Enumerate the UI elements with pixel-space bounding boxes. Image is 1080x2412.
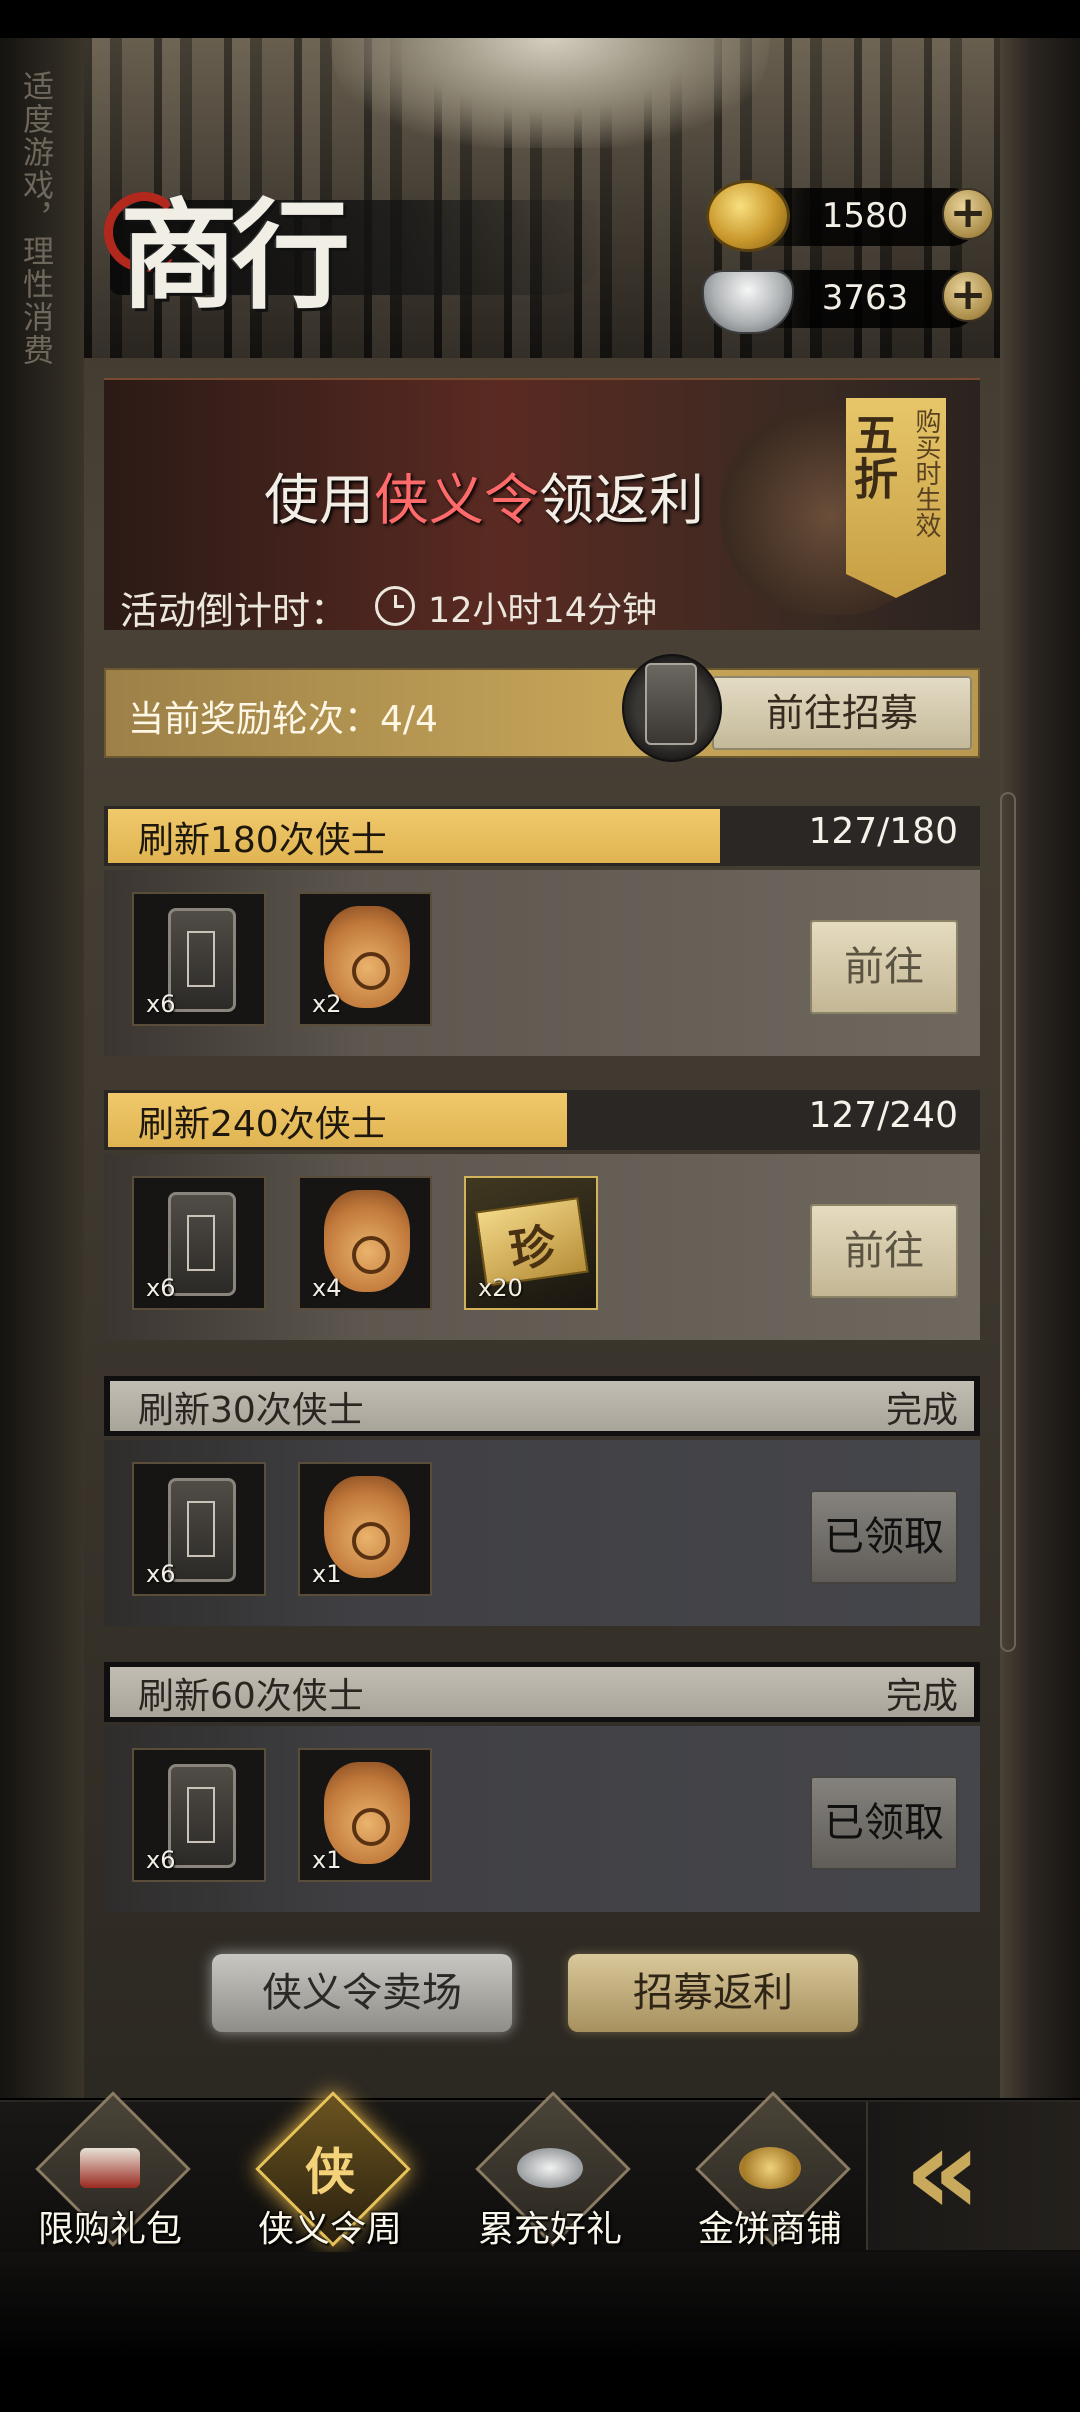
task-rewards-panel: x6 x1 已领取 [104,1726,980,1912]
reward-item[interactable]: x1 [298,1462,432,1596]
task-card: 刷新240次侠士 127/240 x6 x4 珍 x20 前往 [104,1090,980,1340]
reward-item[interactable]: x6 [132,892,266,1026]
claimed-button[interactable]: 已领取 [810,1776,958,1870]
reward-item[interactable]: x4 [298,1176,432,1310]
claimed-button[interactable]: 已领取 [810,1490,958,1584]
task-name: 刷新30次侠士 [138,1390,364,1431]
countdown-label: 活动倒计时： [120,589,349,633]
task-name: 刷新240次侠士 [138,1104,387,1145]
nav-label: 限购礼包 [37,2209,182,2250]
banner-headline: 使用侠义令领返利 [263,468,705,532]
task-rewards-panel: x6 x2 前往 [104,870,980,1056]
nav-item-recharge-gift[interactable]: 累充好礼 [440,2091,660,2252]
reward-item[interactable]: x2 [298,892,432,1026]
nav-label: 累充好礼 [477,2209,622,2250]
reward-count: x1 [312,1846,342,1874]
status-bar [0,0,1080,38]
silver-amount: 3763 [821,278,909,318]
banner-highlight: 侠义令 [373,468,539,532]
page-title: 商行 [120,186,350,325]
gold-amount: 1580 [821,196,909,236]
task-name: 刷新60次侠士 [138,1676,364,1717]
nav-label: 金饼商铺 [697,2209,842,2250]
nav-item-gold-shop[interactable]: 金饼商铺 [660,2091,880,2252]
countdown-value: 12小时14分钟 [428,591,658,631]
token-icon [645,663,697,745]
discount-note: 购买时生效 [911,408,941,538]
nav-label: 侠义令周 [257,2209,402,2250]
reward-count: x4 [312,1274,342,1302]
token-icon [168,908,236,1012]
reward-item[interactable]: x1 [298,1748,432,1882]
task-status-text: 完成 [885,1390,958,1431]
task-progress-text: 127/180 [808,811,958,852]
go-button[interactable]: 前往 [810,920,958,1014]
health-notice: 适度游戏，理性消费 [17,70,53,367]
reward-count: x1 [312,1560,342,1588]
task-rewards-panel: x6 x1 已领取 [104,1440,980,1626]
task-card: 刷新30次侠士 完成 x6 x1 已领取 [104,1376,980,1626]
token-icon [168,1764,236,1868]
discount-label: 五折 [846,412,897,500]
clock-icon [375,586,415,626]
add-silver-button[interactable]: + [942,270,994,322]
reward-item[interactable]: x6 [132,1462,266,1596]
bottom-gesture-area [0,2252,1080,2412]
reward-count: x6 [146,1846,176,1874]
collapse-nav-button[interactable]: « [866,2102,1080,2250]
nav-item-token-week[interactable]: 侠 侠义令周 [220,2091,440,2252]
reward-count: x6 [146,1274,176,1302]
reward-count: x6 [146,1560,176,1588]
nav-item-limited-gift[interactable]: 限购礼包 [0,2091,220,2252]
token-icon [168,1478,236,1582]
recruit-rebate-button[interactable]: 招募返利 [568,1954,858,2032]
go-button[interactable]: 前往 [810,1204,958,1298]
go-recruit-button[interactable]: 前往招募 [712,676,972,750]
task-name: 刷新180次侠士 [138,820,387,861]
header-arch [330,38,770,148]
token-icon [168,1192,236,1296]
gold-coin-icon [706,180,790,252]
task-header: 刷新30次侠士 完成 [104,1376,980,1436]
task-card: 刷新60次侠士 完成 x6 x1 已领取 [104,1662,980,1912]
task-header: 刷新240次侠士 127/240 [104,1090,980,1150]
reward-count: x2 [312,990,342,1018]
task-rewards-panel: x6 x4 珍 x20 前往 [104,1154,980,1340]
task-progress-text: 127/240 [808,1095,958,1136]
task-status-text: 完成 [885,1676,958,1717]
scrollbar[interactable] [1000,792,1016,1652]
reward-item[interactable]: x6 [132,1176,266,1310]
add-gold-button[interactable]: + [942,188,994,240]
task-header: 刷新180次侠士 127/180 [104,806,980,866]
reward-count: x20 [478,1274,523,1302]
double-chevron-left-icon: « [904,2103,981,2242]
token-market-button[interactable]: 侠义令卖场 [212,1954,512,2032]
reward-item[interactable]: x6 [132,1748,266,1882]
reward-count: x6 [146,990,176,1018]
reward-round-label: 当前奖励轮次：4/4 [128,699,438,740]
task-header: 刷新60次侠士 完成 [104,1662,980,1722]
task-card: 刷新180次侠士 127/180 x6 x2 前往 [104,806,980,1056]
reward-item[interactable]: 珍 x20 [464,1176,598,1310]
